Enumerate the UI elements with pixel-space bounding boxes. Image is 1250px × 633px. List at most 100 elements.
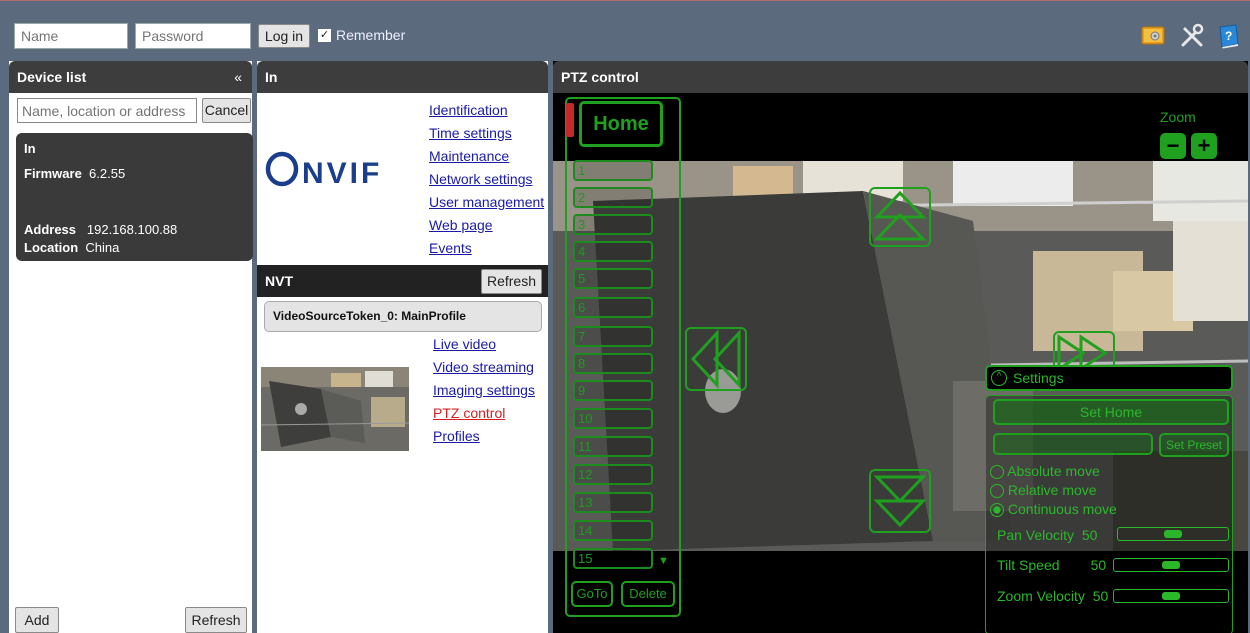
tilt-speed-slider[interactable]	[1113, 558, 1229, 572]
preset-11[interactable]: 11	[573, 436, 653, 457]
nvt-header: NVT Refresh	[257, 265, 548, 297]
pan-velocity-thumb[interactable]	[1164, 530, 1182, 538]
preset-6[interactable]: 6	[573, 297, 653, 318]
remember-label: Remember	[336, 27, 406, 43]
mode-relative[interactable]: Relative move	[990, 482, 1097, 499]
radio-icon[interactable]	[990, 484, 1004, 499]
onvif-logo: NVIF	[265, 151, 382, 187]
password-input[interactable]	[135, 23, 251, 49]
preset-5[interactable]: 5	[573, 268, 653, 289]
preset-8[interactable]: 8	[573, 353, 653, 374]
profile-token-header[interactable]: VideoSourceToken_0: MainProfile	[264, 301, 542, 332]
pan-velocity-slider[interactable]	[1117, 527, 1229, 541]
ptz-panel: PTZ control Home 1 2 3 4 5 6 7 8 9 10 11…	[553, 61, 1248, 633]
wallpaper-settings-icon[interactable]	[1140, 23, 1166, 49]
cancel-button[interactable]: Cancel	[202, 98, 251, 123]
firmware-label: Firmware	[24, 166, 82, 181]
network-settings-link[interactable]: Network settings	[429, 168, 544, 191]
device-list-header: Device list «	[9, 61, 252, 93]
app-root: Log in ✓ Remember ? Device list «	[0, 0, 1250, 633]
preset-3[interactable]: 3	[573, 214, 653, 235]
device-name: In	[24, 141, 36, 156]
top-bar: Log in ✓ Remember ?	[0, 1, 1250, 55]
preset-4[interactable]: 4	[573, 241, 653, 262]
nvt-refresh-button[interactable]: Refresh	[481, 269, 542, 294]
location-value: China	[85, 240, 120, 255]
identification-link[interactable]: Identification	[429, 99, 544, 122]
home-button[interactable]: Home	[579, 101, 663, 147]
device-list-panel: Device list « Cancel In Firmware 6.2.55 …	[9, 61, 253, 633]
preset-15[interactable]: 15	[573, 548, 653, 569]
web-page-link[interactable]: Web page	[429, 214, 544, 237]
mode-absolute-label: Absolute move	[1007, 463, 1100, 479]
set-home-button[interactable]: Set Home	[993, 399, 1229, 425]
help-book-icon[interactable]: ?	[1216, 23, 1242, 49]
tilt-speed-thumb[interactable]	[1162, 561, 1180, 569]
tilt-speed-label: Tilt Speed	[997, 557, 1060, 573]
remember-checkbox[interactable]: ✓ Remember	[318, 27, 405, 43]
name-input[interactable]	[14, 23, 128, 49]
add-button[interactable]: Add	[15, 607, 59, 633]
location-label: Location	[24, 240, 79, 255]
profile-links: Live video Video streaming Imaging setti…	[433, 333, 535, 448]
time-settings-link[interactable]: Time settings	[429, 122, 544, 145]
settings-header[interactable]: ^ Settings	[985, 365, 1233, 391]
nvt-title: NVT	[265, 273, 293, 289]
ptz-control-link[interactable]: PTZ control	[433, 402, 535, 425]
mode-continuous-label: Continuous move	[1007, 501, 1117, 517]
tools-icon[interactable]	[1179, 23, 1205, 49]
zoom-velocity-thumb[interactable]	[1162, 592, 1180, 600]
mode-absolute[interactable]: Absolute move	[990, 463, 1100, 480]
preset-14[interactable]: 14	[573, 520, 653, 541]
preset-12[interactable]: 12	[573, 464, 653, 485]
device-panel: In NVIF Identification Time settings Mai…	[257, 61, 548, 633]
preset-7[interactable]: 7	[573, 326, 653, 347]
imaging-settings-link[interactable]: Imaging settings	[433, 379, 535, 402]
goto-button[interactable]: GoTo	[571, 581, 613, 607]
ptz-title: PTZ control	[561, 69, 639, 85]
zoom-out-button[interactable]: −	[1160, 133, 1186, 159]
mode-relative-label: Relative move	[1007, 482, 1097, 498]
preset-name-input[interactable]	[993, 433, 1153, 455]
collapse-icon[interactable]: «	[234, 61, 242, 93]
tilt-speed-value: 50	[1090, 557, 1107, 573]
events-link[interactable]: Events	[429, 237, 544, 260]
user-management-link[interactable]: User management	[429, 191, 544, 214]
device-panel-title: In	[265, 69, 278, 85]
preset-1[interactable]: 1	[573, 160, 653, 181]
video-thumbnail[interactable]	[261, 367, 409, 451]
preset-13[interactable]: 13	[573, 492, 653, 513]
zoom-velocity-value: 50	[1092, 588, 1109, 604]
profiles-link[interactable]: Profiles	[433, 425, 535, 448]
radio-selected-icon[interactable]	[990, 503, 1004, 518]
preset-2[interactable]: 2	[573, 187, 653, 208]
device-card[interactable]: In Firmware 6.2.55 Address 192.168.100.8…	[16, 133, 253, 261]
preset-scroll-down-icon[interactable]: ▼	[658, 555, 669, 567]
zoom-in-button[interactable]: +	[1191, 133, 1217, 159]
preset-scroll-thumb[interactable]	[566, 103, 574, 137]
set-preset-button[interactable]: Set Preset	[1159, 433, 1229, 457]
maintenance-link[interactable]: Maintenance	[429, 145, 544, 168]
zoom-velocity-row: Zoom Velocity 50	[997, 588, 1108, 604]
mode-continuous[interactable]: Continuous move	[990, 501, 1117, 518]
address-label: Address	[24, 222, 77, 237]
radio-icon[interactable]	[990, 465, 1004, 480]
svg-text:NVIF: NVIF	[302, 157, 382, 187]
device-refresh-button[interactable]: Refresh	[185, 607, 247, 633]
pan-up-icon[interactable]	[869, 187, 931, 247]
checkmark-icon[interactable]: ✓	[318, 28, 331, 42]
live-video-link[interactable]: Live video	[433, 333, 535, 356]
device-links: Identification Time settings Maintenance…	[429, 99, 544, 260]
pan-down-icon[interactable]	[869, 469, 931, 533]
pan-left-icon[interactable]	[685, 327, 747, 391]
zoom-velocity-slider[interactable]	[1113, 589, 1229, 603]
zoom-label: Zoom	[1160, 109, 1196, 125]
preset-10[interactable]: 10	[573, 408, 653, 429]
chevron-up-icon[interactable]: ^	[991, 370, 1007, 386]
preset-9[interactable]: 9	[573, 380, 653, 401]
device-search-input[interactable]	[17, 98, 197, 123]
login-button[interactable]: Log in	[258, 24, 310, 48]
device-list-title: Device list	[17, 69, 87, 85]
delete-button[interactable]: Delete	[621, 581, 675, 607]
video-streaming-link[interactable]: Video streaming	[433, 356, 535, 379]
